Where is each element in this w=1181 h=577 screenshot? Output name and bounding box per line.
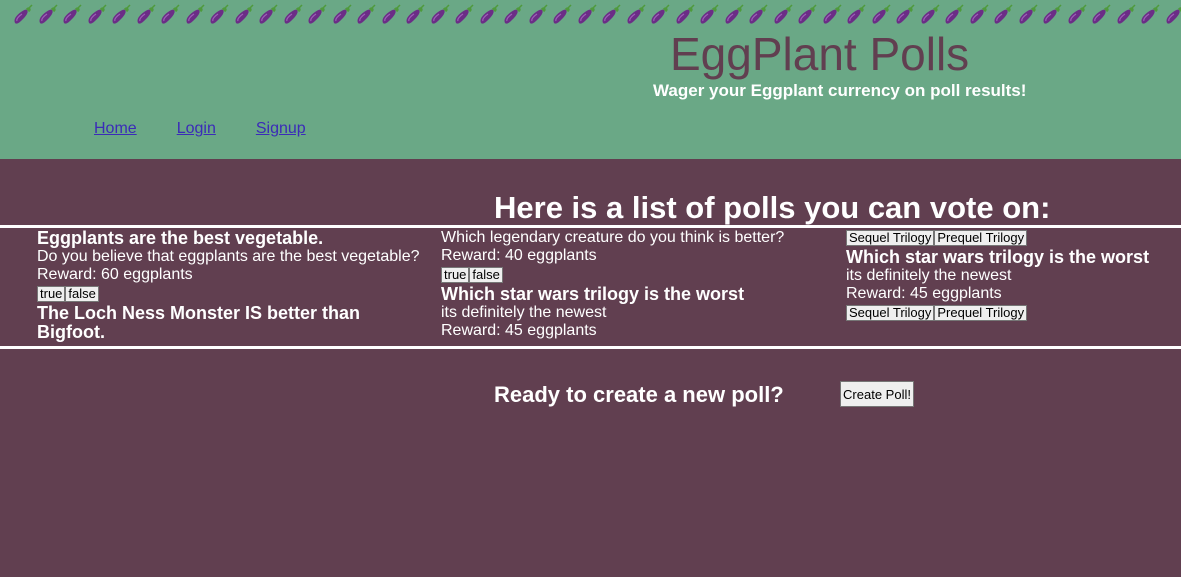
create-poll-button[interactable]: Create Poll! (840, 381, 914, 407)
polls-column-3: Sequel Trilogy Prequel Trilogy Which sta… (846, 229, 1176, 323)
eggplant-icon (12, 4, 37, 26)
poll-description: Do you believe that eggplants are the be… (37, 248, 420, 265)
eggplant-icon (919, 4, 944, 26)
eggplant-emoji-banner (12, 4, 1181, 28)
eggplant-icon (698, 4, 723, 26)
eggplant-icon (625, 4, 650, 26)
eggplant-icon (502, 4, 527, 26)
eggplant-icon (429, 4, 454, 26)
poll-description: its definitely the newest (846, 267, 1012, 284)
poll-reward: Reward: 40 eggplants (441, 247, 597, 264)
eggplant-icon (159, 4, 184, 26)
eggplant-icon (306, 4, 331, 26)
eggplant-icon (649, 4, 674, 26)
nav-signup-link[interactable]: Signup (256, 120, 306, 138)
eggplant-icon (943, 4, 968, 26)
nav-login-link[interactable]: Login (177, 120, 216, 138)
eggplant-icon (61, 4, 86, 26)
poll-reward: Reward: 45 eggplants (441, 322, 597, 339)
site-title: EggPlant Polls (670, 28, 970, 80)
eggplant-icon (404, 4, 429, 26)
eggplant-icon (747, 4, 772, 26)
poll-title: Which star wars trilogy is the worst (846, 247, 1150, 267)
vote-sequel-button[interactable]: Sequel Trilogy (846, 305, 935, 321)
site-header: EggPlant Polls Wager your Eggplant curre… (0, 0, 1181, 159)
eggplant-icon (600, 4, 625, 26)
vote-prequel-button[interactable]: Prequel Trilogy (934, 230, 1028, 246)
eggplant-icon (37, 4, 62, 26)
eggplant-icon (110, 4, 135, 26)
create-poll-prompt: Ready to create a new poll? (494, 382, 784, 407)
site-tagline: Wager your Eggplant currency on poll res… (653, 81, 1027, 100)
poll-title: The Loch Ness Monster IS better than Big… (37, 303, 361, 342)
vote-true-button[interactable]: true (37, 286, 66, 302)
eggplant-icon (1066, 4, 1091, 26)
eggplant-icon (184, 4, 209, 26)
poll-description: Which legendary creature do you think is… (441, 229, 785, 246)
eggplant-icon (845, 4, 870, 26)
eggplant-icon (380, 4, 405, 26)
polls-column-1: Eggplants are the best vegetable. Do you… (37, 229, 427, 342)
eggplant-icon (674, 4, 699, 26)
vote-false-button[interactable]: false (65, 286, 99, 302)
eggplant-icon (208, 4, 233, 26)
vote-prequel-button[interactable]: Prequel Trilogy (934, 305, 1028, 321)
polls-column-2: Which legendary creature do you think is… (441, 229, 831, 340)
eggplant-icon (453, 4, 478, 26)
eggplant-icon (551, 4, 576, 26)
eggplant-icon (527, 4, 552, 26)
eggplant-icon (1090, 4, 1115, 26)
eggplant-icon (282, 4, 307, 26)
poll-title: Eggplants are the best vegetable. (37, 228, 324, 248)
vote-sequel-button[interactable]: Sequel Trilogy (846, 230, 935, 246)
eggplant-icon (796, 4, 821, 26)
divider-bottom (0, 346, 1181, 349)
main-nav: Home Login Signup (94, 120, 346, 138)
eggplant-icon (86, 4, 111, 26)
eggplant-icon (1115, 4, 1140, 26)
eggplant-icon (478, 4, 503, 26)
eggplant-icon (821, 4, 846, 26)
eggplant-icon (894, 4, 919, 26)
eggplant-icon (772, 4, 797, 26)
vote-true-button[interactable]: true (441, 267, 470, 283)
eggplant-icon (992, 4, 1017, 26)
eggplant-icon (1017, 4, 1042, 26)
eggplant-icon (968, 4, 993, 26)
poll-options: Sequel Trilogy Prequel Trilogy (846, 230, 1176, 246)
poll-description: its definitely the newest (441, 304, 607, 321)
poll-options: Sequel Trilogy Prequel Trilogy (846, 305, 1176, 321)
poll-reward: Reward: 45 eggplants (846, 285, 1002, 302)
eggplant-icon (355, 4, 380, 26)
nav-home-link[interactable]: Home (94, 120, 137, 138)
eggplant-icon (1139, 4, 1164, 26)
poll-options: true false (37, 286, 427, 302)
eggplant-icon (1041, 4, 1066, 26)
vote-false-button[interactable]: false (469, 267, 503, 283)
eggplant-icon (870, 4, 895, 26)
eggplant-icon (576, 4, 601, 26)
eggplant-icon (135, 4, 160, 26)
poll-reward: Reward: 60 eggplants (37, 266, 193, 283)
eggplant-icon (331, 4, 356, 26)
eggplant-icon (233, 4, 258, 26)
eggplant-icon (1164, 4, 1181, 26)
eggplant-icon (257, 4, 282, 26)
poll-options: true false (441, 267, 831, 283)
eggplant-icon (723, 4, 748, 26)
poll-title: Which star wars trilogy is the worst (441, 284, 745, 304)
polls-heading: Here is a list of polls you can vote on: (494, 190, 1051, 225)
